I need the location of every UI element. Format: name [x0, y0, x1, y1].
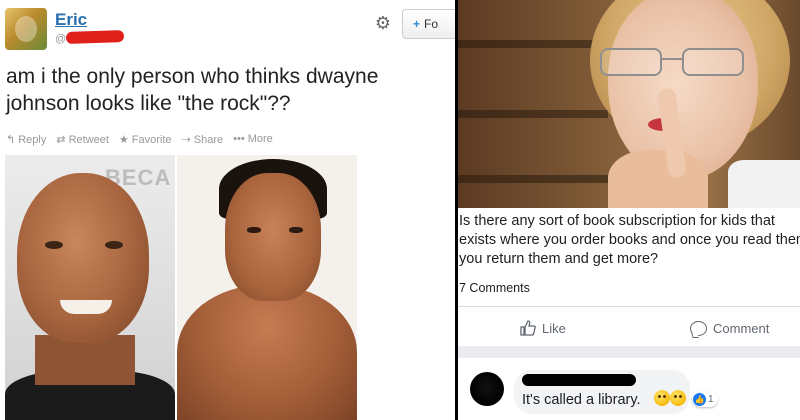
divider: [458, 306, 800, 307]
like-reaction-icon: 👍: [693, 392, 706, 406]
grinning-emoji-icon: [670, 390, 686, 406]
comment-bubble: It's called a library.: [514, 370, 690, 414]
tweet-actions: ↰ Reply ⇄ Retweet ★ Favorite ⇢ Share ••• More: [6, 133, 273, 146]
smile: [60, 300, 112, 314]
tweet-text-line: am i the only person who thinks dwayne: [6, 65, 379, 88]
lens: [682, 48, 744, 76]
like-label: Like: [542, 320, 566, 336]
thumb-up-icon: [520, 320, 536, 336]
photo-the-rock: [177, 155, 357, 420]
post-text-line: exists where you order books and once yo…: [459, 232, 800, 248]
tweet-text-line: johnson looks like "the rock"??: [6, 92, 291, 115]
retweet-icon: ⇄: [56, 134, 66, 146]
glasses-bridge: [660, 58, 684, 60]
share-button[interactable]: ⇢ Share: [182, 133, 224, 146]
redacted-handle: [65, 29, 125, 45]
comment-reactions[interactable]: 👍 1: [692, 391, 718, 407]
retweet-button[interactable]: ⇄ Retweet: [56, 133, 109, 146]
bookshelf: [458, 110, 608, 118]
gear-icon[interactable]: ⚙: [372, 12, 394, 34]
avatar[interactable]: [5, 8, 47, 50]
user-name-link[interactable]: Eric: [55, 10, 87, 30]
photo-dwayne-johnson: BECA: [5, 155, 175, 420]
star-icon: ★: [118, 134, 129, 146]
comment-icon: [690, 320, 707, 336]
bookshelf: [458, 40, 608, 48]
face: [225, 173, 321, 301]
favorite-button[interactable]: ★ Favorite: [119, 133, 172, 146]
share-icon: ⇢: [181, 134, 191, 146]
bookshelf: [458, 175, 608, 183]
redacted-commenter-name: [522, 374, 636, 386]
hand: [608, 150, 708, 208]
laughing-emoji-icon: [654, 390, 670, 406]
post-text: Is there any sort of book subscription f…: [458, 212, 800, 269]
favorite-label: Favorite: [131, 134, 172, 146]
reply-label: Reply: [18, 134, 47, 146]
reaction-count: 1: [708, 393, 714, 405]
user-handle: @: [55, 33, 67, 45]
like-button[interactable]: Like: [520, 316, 566, 340]
post-photo: [458, 0, 800, 208]
lens: [600, 48, 662, 76]
post-text-line: you return them and get more?: [459, 251, 659, 267]
share-label: Share: [193, 134, 224, 146]
commenter-avatar[interactable]: [470, 372, 504, 406]
reply-button[interactable]: ↰ Reply: [6, 133, 46, 146]
comment-text: It's called a library.: [522, 392, 641, 408]
collar: [728, 160, 800, 208]
facebook-post: Is there any sort of book subscription f…: [458, 0, 800, 420]
post-text-line: Is there any sort of book subscription f…: [459, 213, 775, 229]
comments-count-link[interactable]: 7 Comments: [459, 281, 530, 295]
tweet-panel: Eric @ ⚙ + Fo am i the only person who th…: [0, 0, 455, 420]
reply-icon: ↰: [6, 134, 16, 146]
more-button[interactable]: ••• More: [233, 133, 273, 146]
comment-button[interactable]: Comment: [690, 316, 769, 340]
eyes: [45, 241, 123, 251]
follow-icon: +: [413, 17, 421, 31]
eyes: [247, 227, 303, 235]
more-icon: •••: [233, 133, 245, 145]
section-band: [458, 346, 800, 358]
tweet-text: am i the only person who thinks dwayne j…: [6, 63, 455, 117]
glasses: [600, 48, 750, 78]
torso: [177, 285, 357, 420]
comment-label: Comment: [713, 320, 770, 336]
more-label: More: [247, 133, 273, 145]
follow-button[interactable]: + Fo: [402, 9, 455, 39]
retweet-label: Retweet: [68, 134, 109, 146]
face: [17, 173, 149, 343]
follow-label: Fo: [424, 17, 439, 31]
